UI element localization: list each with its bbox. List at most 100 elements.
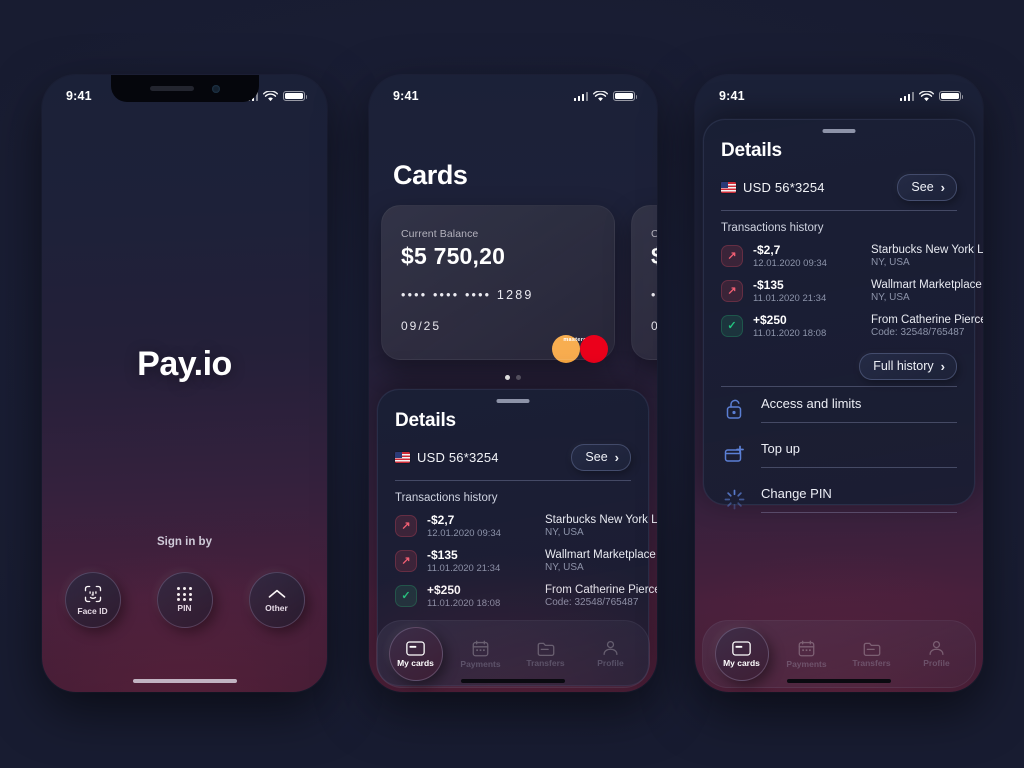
menu-label: Top up bbox=[761, 441, 801, 456]
account-row: USD 56*3254 See › bbox=[395, 444, 631, 481]
see-button-label: See bbox=[911, 180, 934, 194]
us-flag-icon bbox=[721, 182, 736, 193]
tab-label: Profile bbox=[597, 658, 624, 669]
sheet-drag-handle[interactable] bbox=[822, 129, 856, 133]
settings-menu: Access and limits Top up Change PIN bbox=[721, 386, 957, 522]
status-bar-time: 9:41 bbox=[393, 89, 419, 103]
card-expiry: 09/25 bbox=[401, 319, 442, 333]
mastercard-logo: mastercard bbox=[551, 335, 608, 363]
transaction-row[interactable]: ✓ +$250 11.01.2020 18:08 From Catherine … bbox=[721, 313, 983, 339]
face-id-button[interactable]: Face ID bbox=[64, 572, 121, 628]
transaction-amount: +$250 bbox=[427, 583, 461, 597]
transaction-amount: -$2,7 bbox=[427, 513, 455, 527]
transaction-date: 12.01.2020 09:34 bbox=[753, 258, 827, 269]
arrow-up-right-icon: ↗ bbox=[721, 245, 743, 267]
transaction-merchant-block: From Catherine Pierce Code: 32548/765487 bbox=[871, 314, 983, 338]
battery-full-icon bbox=[283, 90, 307, 102]
tab-payments[interactable]: Payments bbox=[454, 627, 508, 681]
status-bar-time: 9:41 bbox=[66, 89, 92, 103]
details-sheet: Details USD 56*3254 See › Transactions h… bbox=[703, 119, 983, 513]
home-indicator[interactable] bbox=[787, 678, 891, 683]
transaction-amount-block: -$2,7 12.01.2020 09:34 bbox=[427, 513, 535, 539]
menu-item-access-and-limits[interactable]: Access and limits bbox=[721, 387, 957, 432]
person-icon bbox=[929, 641, 944, 656]
account-info: USD 56*3254 bbox=[721, 180, 825, 195]
full-history-row: Full history › bbox=[721, 353, 957, 380]
transaction-merchant-block: Starbucks New York LLP NY, USA bbox=[545, 514, 657, 538]
credit-card-secondary[interactable]: Current Balance $ • 0 bbox=[631, 205, 657, 360]
details-title: Details bbox=[721, 140, 782, 161]
carousel-pager[interactable] bbox=[369, 375, 657, 380]
cards-carousel[interactable]: Current Balance $5 750,20 •••• •••• ••••… bbox=[369, 205, 657, 363]
transaction-merchant-block: From Catherine Pierce Code: 32548/765487 bbox=[545, 584, 657, 608]
tab-label: Payments bbox=[786, 658, 827, 669]
check-icon: ✓ bbox=[721, 315, 743, 337]
transaction-date: 12.01.2020 09:34 bbox=[427, 528, 501, 539]
transaction-sub: Code: 32548/765487 bbox=[545, 597, 639, 608]
current-balance-label-2: Current Balance bbox=[651, 228, 657, 240]
chevron-up-icon bbox=[268, 590, 285, 598]
menu-item-change-pin[interactable]: Change PIN bbox=[721, 477, 957, 522]
cellular-bars-icon bbox=[899, 91, 914, 101]
calendar-icon bbox=[472, 640, 489, 657]
pin-button[interactable]: PIN bbox=[156, 572, 213, 628]
transaction-amount-block: -$135 11.01.2020 21:34 bbox=[427, 548, 535, 574]
pager-dot-active[interactable] bbox=[505, 375, 510, 380]
account-label: USD 56*3254 bbox=[417, 450, 499, 465]
home-indicator[interactable] bbox=[132, 678, 237, 683]
us-flag-icon bbox=[395, 452, 410, 463]
tab-profile[interactable]: Profile bbox=[910, 627, 964, 681]
pager-dot[interactable] bbox=[516, 375, 521, 380]
wifi-icon bbox=[263, 90, 278, 101]
full-history-button[interactable]: Full history › bbox=[859, 353, 957, 380]
transaction-row[interactable]: ✓ +$250 11.01.2020 18:08 From Catherine … bbox=[395, 583, 657, 609]
transactions-history-title: Transactions history bbox=[721, 222, 824, 234]
transaction-date: 11.01.2020 21:34 bbox=[427, 563, 501, 574]
sign-in-methods: Face ID PIN Other bbox=[42, 572, 327, 628]
tab-profile[interactable]: Profile bbox=[584, 627, 638, 681]
card-icon bbox=[732, 641, 751, 656]
transaction-row[interactable]: ↗ -$135 11.01.2020 21:34 Wallmart Market… bbox=[721, 278, 982, 304]
tab-my-cards[interactable]: My cards bbox=[714, 627, 769, 681]
transaction-row[interactable]: ↗ -$2,7 12.01.2020 09:34 Starbucks New Y… bbox=[721, 243, 983, 269]
status-bar-time: 9:41 bbox=[719, 89, 745, 103]
current-balance-amount-2: $ bbox=[651, 243, 657, 270]
battery-full-icon bbox=[613, 90, 637, 102]
see-button[interactable]: See › bbox=[897, 174, 957, 201]
account-label: USD 56*3254 bbox=[743, 180, 825, 195]
transaction-merchant: Starbucks New York LLP bbox=[871, 244, 983, 256]
transaction-date: 11.01.2020 21:34 bbox=[753, 293, 827, 304]
page-title: Cards bbox=[393, 160, 468, 190]
see-button[interactable]: See › bbox=[571, 444, 631, 471]
phone-1-login-screen: 9:41 Pay.io Sign in by Face ID PIN Other bbox=[42, 75, 327, 692]
phone-3-details-screen: 9:41 Details USD 56*3254 See › Transacti… bbox=[695, 75, 983, 692]
other-label: Other bbox=[265, 603, 288, 614]
phone-2-screen: 9:41 Cards Current Balance $5 750,20 •••… bbox=[369, 75, 657, 692]
transaction-date: 11.01.2020 18:08 bbox=[427, 598, 501, 609]
tab-payments[interactable]: Payments bbox=[780, 627, 834, 681]
face-id-icon bbox=[84, 586, 101, 603]
account-row: USD 56*3254 See › bbox=[721, 174, 957, 211]
card-plus-icon bbox=[721, 441, 748, 468]
tab-my-cards[interactable]: My cards bbox=[388, 627, 443, 681]
tab-transfers[interactable]: Transfers bbox=[845, 627, 899, 681]
phone-2-cards-screen: 9:41 Cards Current Balance $5 750,20 •••… bbox=[369, 75, 657, 692]
account-info: USD 56*3254 bbox=[395, 450, 499, 465]
other-button[interactable]: Other bbox=[248, 572, 305, 628]
chevron-right-icon: › bbox=[940, 179, 945, 195]
card-expiry-2: 0 bbox=[651, 319, 657, 333]
menu-item-top-up[interactable]: Top up bbox=[721, 432, 957, 477]
status-bar: 9:41 bbox=[695, 75, 983, 109]
chevron-right-icon: › bbox=[614, 449, 619, 465]
tab-transfers[interactable]: Transfers bbox=[519, 627, 573, 681]
credit-card-primary[interactable]: Current Balance $5 750,20 •••• •••• ••••… bbox=[381, 205, 615, 363]
transaction-row[interactable]: ↗ -$135 11.01.2020 21:34 Wallmart Market… bbox=[395, 548, 656, 574]
loading-spinner-icon bbox=[721, 486, 748, 513]
face-id-label: Face ID bbox=[77, 606, 108, 617]
transaction-merchant: Starbucks New York LLP bbox=[545, 514, 657, 526]
menu-row: Change PIN bbox=[761, 485, 957, 513]
home-indicator[interactable] bbox=[461, 678, 565, 683]
notch bbox=[110, 75, 259, 102]
transaction-row[interactable]: ↗ -$2,7 12.01.2020 09:34 Starbucks New Y… bbox=[395, 513, 657, 539]
sheet-drag-handle[interactable] bbox=[496, 399, 530, 403]
